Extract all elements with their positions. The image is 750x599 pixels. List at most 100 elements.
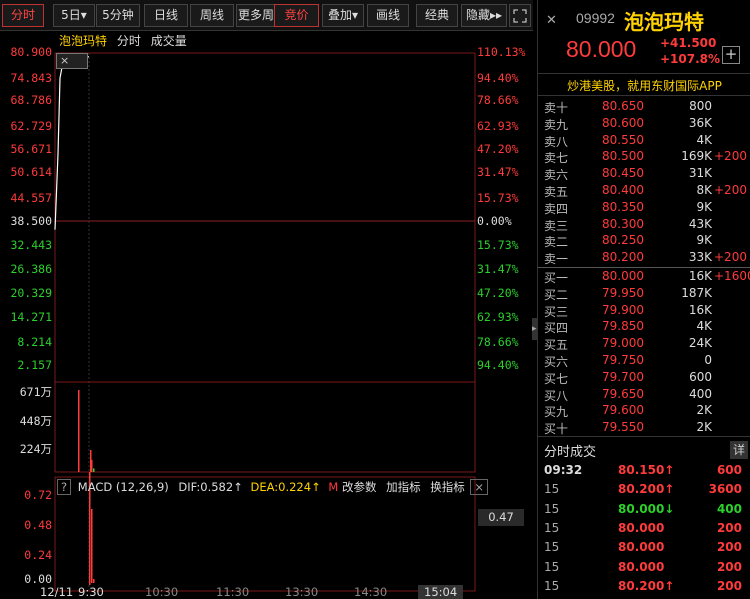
ask-row[interactable]: 卖九 80.600 36K — [538, 116, 750, 133]
tab-5day[interactable]: 5日▾ — [53, 4, 95, 27]
change-param-button[interactable]: 改参数 — [342, 480, 377, 494]
hide-button[interactable]: 隐藏▸▸ — [461, 4, 507, 27]
bid-row[interactable]: 买二 79.950 187K — [538, 286, 750, 303]
price-change-pct: +107.8% — [660, 52, 721, 66]
overlay-button[interactable]: 叠加▾ — [322, 4, 364, 27]
bid-level: 买二 — [544, 287, 569, 302]
draw-line-button[interactable]: 画线 — [367, 4, 409, 27]
tab-intraday[interactable]: 分时 — [2, 4, 44, 27]
tab-auction[interactable]: 竞价 — [274, 4, 319, 27]
classic-button[interactable]: 经典 — [416, 4, 458, 27]
trade-row: 15 80.000 200 — [538, 560, 750, 579]
close-icon[interactable]: × — [470, 479, 489, 495]
pct-tick: 94.40% — [477, 358, 519, 372]
bid-row[interactable]: 买八 79.650 400 — [538, 387, 750, 404]
trade-time: 15 — [544, 559, 560, 574]
switch-indicator-button[interactable]: 换指标 — [430, 480, 465, 494]
ask-price: 80.200 — [602, 250, 644, 265]
trade-time: 15 — [544, 501, 560, 516]
ad-banner[interactable]: 炒港美股，就用东财国际APP — [538, 77, 750, 94]
trade-row: 09:32 80.150↑ 600 — [538, 463, 750, 482]
ask-row[interactable]: 卖四 80.350 9K — [538, 200, 750, 217]
trade-price: 80.150↑ — [618, 463, 675, 477]
ask-price: 80.450 — [602, 166, 644, 181]
time-tick: 10:30 — [145, 585, 179, 599]
ask-row[interactable]: 卖二 80.250 9K — [538, 233, 750, 250]
ask-row[interactable]: 卖一 80.200 33K +200 — [538, 250, 750, 267]
add-indicator-button[interactable]: 加指标 — [386, 480, 421, 494]
bid-level: 买九 — [544, 405, 569, 420]
bid-level: 买八 — [544, 388, 569, 403]
bid-row[interactable]: 买七 79.700 600 — [538, 370, 750, 387]
expand-icon[interactable] — [509, 4, 531, 27]
close-panel-icon[interactable]: ✕ — [546, 13, 557, 28]
volume-toggle[interactable]: 成交量 — [151, 34, 187, 48]
time-tick-last: 15:04 — [418, 585, 464, 599]
bid-row[interactable]: 买四 79.850 4K — [538, 319, 750, 336]
ask-row[interactable]: 卖五 80.400 8K +200 — [538, 183, 750, 200]
ask-row[interactable]: 卖八 80.550 4K — [538, 133, 750, 150]
bid-delta: +1600 — [714, 269, 750, 283]
ask-row[interactable]: 卖三 80.300 43K — [538, 217, 750, 234]
bid-row[interactable]: 买十 79.550 2K — [538, 420, 750, 437]
tab-5min[interactable]: 5分钟 — [96, 4, 140, 27]
ask-price: 80.650 — [602, 99, 644, 113]
tab-more-periods[interactable]: 更多周 — [236, 4, 276, 27]
bid-row[interactable]: 买一 80.000 16K+1600 — [538, 269, 750, 286]
bid-row[interactable]: 买五 79.000 24K — [538, 336, 750, 353]
ask-delta: +200 — [714, 183, 747, 197]
volume-bar — [93, 468, 95, 472]
trade-price: 80.000 — [618, 540, 665, 555]
ask-price: 80.500 — [602, 149, 644, 164]
ask-price: 80.300 — [602, 216, 644, 231]
ask-volume: 36K — [688, 115, 712, 130]
plus-icon[interactable]: + — [722, 46, 740, 64]
ask-volume: 9K — [696, 233, 712, 248]
macd-tick: 0.00 — [24, 572, 52, 586]
trade-volume: 200 — [716, 520, 742, 535]
trade-time: 15 — [544, 540, 560, 555]
trade-volume: 3600 — [708, 482, 742, 497]
ask-level: 卖十 — [544, 101, 569, 115]
bid-row[interactable]: 买九 79.600 2K — [538, 403, 750, 420]
bid-level: 买五 — [544, 338, 569, 353]
pct-tick: 62.93% — [477, 119, 519, 133]
tab-daily[interactable]: 日线 — [144, 4, 188, 27]
ask-level: 卖一 — [544, 252, 569, 267]
volume-bar — [91, 459, 93, 472]
ask-row[interactable]: 卖六 80.450 31K — [538, 166, 750, 183]
ask-volume: 169K — [681, 149, 712, 164]
trade-volume: 400 — [716, 501, 742, 516]
bid-volume: 24K — [688, 336, 712, 351]
ask-level: 卖三 — [544, 218, 569, 233]
intraday-chart[interactable]: 泡泡玛特 分时 成交量 × 80.900 74.843 68.786 62.729 56… — [0, 31, 533, 599]
ask-volume: 4K — [696, 132, 712, 147]
help-icon[interactable]: ? — [57, 479, 72, 495]
price-tick: 38.500 — [10, 214, 52, 228]
bid-volume: 187K — [681, 285, 712, 300]
price-tick: 56.671 — [10, 142, 52, 156]
close-icon[interactable]: × — [56, 53, 88, 69]
price-tick: 74.843 — [10, 71, 52, 85]
ask-row[interactable]: 卖七 80.500 169K +200 — [538, 149, 750, 166]
ask-level: 卖四 — [544, 201, 569, 216]
pct-tick: 47.20% — [477, 286, 519, 300]
time-tick: 14:30 — [354, 585, 388, 599]
stock-code: 09992 — [576, 10, 615, 26]
bid-level: 买四 — [544, 321, 569, 336]
ask-row[interactable]: 卖十 80.650 800 — [538, 99, 750, 116]
tab-weekly[interactable]: 周线 — [190, 4, 234, 27]
bid-volume: 16K — [688, 302, 712, 317]
pct-tick: 31.47% — [477, 165, 519, 179]
bid-level: 买六 — [544, 355, 569, 369]
ask-level: 卖九 — [544, 117, 569, 132]
detail-button[interactable]: 详 — [730, 441, 748, 459]
bid-row[interactable]: 买三 79.900 16K — [538, 303, 750, 320]
pct-tick: 62.93% — [477, 310, 519, 324]
bid-volume: 2K — [696, 420, 712, 435]
ask-price: 80.250 — [602, 233, 644, 248]
bid-level: 买十 — [544, 422, 569, 437]
trade-row: 15 80.200↑ 3600 — [538, 482, 750, 501]
macd-title: MACD (12,26,9) — [77, 480, 169, 494]
bid-row[interactable]: 买六 79.750 0 — [538, 353, 750, 370]
